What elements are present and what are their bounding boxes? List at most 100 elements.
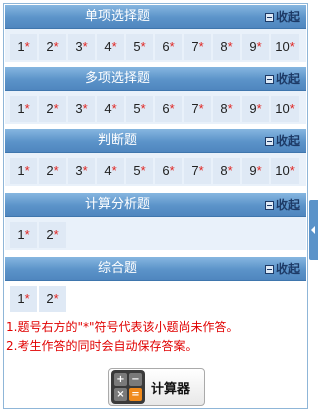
question-button[interactable]: 5* <box>126 34 153 60</box>
section-true-false: 判断题 收起 1* 2* 3* 4* 5* 6* 7* 8* 9* 10* <box>5 129 306 186</box>
question-button[interactable]: 2* <box>39 286 66 312</box>
question-grid: 1* 2* <box>5 217 306 250</box>
question-button[interactable]: 6* <box>155 158 182 184</box>
unanswered-mark: * <box>53 39 59 54</box>
question-button[interactable]: 4* <box>97 158 124 184</box>
question-button[interactable]: 8* <box>213 158 240 184</box>
question-number: 1 <box>17 101 25 116</box>
unanswered-mark: * <box>82 101 88 116</box>
question-number: 10 <box>275 163 290 178</box>
question-number: 1 <box>17 291 25 306</box>
question-number: 1 <box>17 39 25 54</box>
question-button[interactable]: 10* <box>271 158 299 184</box>
collapse-button[interactable]: 收起 <box>264 129 300 153</box>
unanswered-mark: * <box>227 101 233 116</box>
unanswered-mark: * <box>140 39 146 54</box>
unanswered-mark: * <box>24 39 30 54</box>
question-button[interactable]: 9* <box>242 158 269 184</box>
question-button[interactable]: 2* <box>39 158 66 184</box>
question-number: 3 <box>75 101 83 116</box>
question-number: 3 <box>75 39 83 54</box>
question-button[interactable]: 3* <box>68 96 95 122</box>
unanswered-mark: * <box>24 101 30 116</box>
note-line: 1.题号右方的"*"符号代表该小题尚未作答。 <box>6 320 239 334</box>
question-button[interactable]: 4* <box>97 96 124 122</box>
collapse-button[interactable]: 收起 <box>264 193 300 217</box>
question-button[interactable]: 9* <box>242 34 269 60</box>
note-line: 2.考生作答的同时会自动保存答案。 <box>6 339 198 353</box>
question-number: 7 <box>191 39 199 54</box>
panel-toggle-tab[interactable] <box>309 200 318 260</box>
collapse-button[interactable]: 收起 <box>264 5 300 29</box>
question-number: 5 <box>133 163 141 178</box>
unanswered-mark: * <box>289 101 295 116</box>
question-number: 2 <box>46 101 54 116</box>
unanswered-mark: * <box>198 163 204 178</box>
question-button[interactable]: 5* <box>126 158 153 184</box>
question-number: 4 <box>104 101 112 116</box>
question-button[interactable]: 4* <box>97 34 124 60</box>
question-button[interactable]: 7* <box>184 158 211 184</box>
question-number: 1 <box>17 163 25 178</box>
section-header: 计算分析题 收起 <box>5 193 306 217</box>
collapse-label: 收起 <box>275 262 300 276</box>
unanswered-mark: * <box>53 227 59 242</box>
collapse-label: 收起 <box>275 198 300 212</box>
unanswered-mark: * <box>53 291 59 306</box>
question-number: 6 <box>162 39 170 54</box>
question-button[interactable]: 1* <box>10 222 37 248</box>
question-button[interactable]: 2* <box>39 96 66 122</box>
unanswered-mark: * <box>24 163 30 178</box>
question-button[interactable]: 1* <box>10 96 37 122</box>
question-button[interactable]: 8* <box>213 34 240 60</box>
minus-box-icon <box>264 200 274 210</box>
unanswered-mark: * <box>140 163 146 178</box>
collapse-label: 收起 <box>275 10 300 24</box>
section-calculation-analysis: 计算分析题 收起 1* 2* <box>5 193 306 250</box>
question-button[interactable]: 2* <box>39 34 66 60</box>
section-title: 综合题 <box>97 261 137 276</box>
section-title: 判断题 <box>97 133 137 148</box>
unanswered-mark: * <box>24 227 30 242</box>
question-button[interactable]: 1* <box>10 286 37 312</box>
unanswered-mark: * <box>169 101 175 116</box>
question-number: 10 <box>275 39 290 54</box>
unanswered-mark: * <box>111 163 117 178</box>
question-button[interactable]: 6* <box>155 96 182 122</box>
unanswered-mark: * <box>24 291 30 306</box>
section-title: 多项选择题 <box>84 71 150 86</box>
question-button[interactable]: 7* <box>184 34 211 60</box>
question-number: 2 <box>46 291 54 306</box>
collapse-label: 收起 <box>275 134 300 148</box>
question-number: 8 <box>220 39 228 54</box>
unanswered-mark: * <box>256 163 262 178</box>
section-header: 判断题 收起 <box>5 129 306 153</box>
question-button[interactable]: 9* <box>242 96 269 122</box>
question-button[interactable]: 3* <box>68 158 95 184</box>
question-button[interactable]: 1* <box>10 34 37 60</box>
question-button[interactable]: 5* <box>126 96 153 122</box>
question-number: 2 <box>46 227 54 242</box>
question-number: 4 <box>104 39 112 54</box>
question-grid: 1* 2* 3* 4* 5* 6* 7* 8* 9* 10* <box>5 29 306 62</box>
question-button[interactable]: 10* <box>271 34 299 60</box>
question-button[interactable]: 6* <box>155 34 182 60</box>
section-header: 多项选择题 收起 <box>5 67 306 91</box>
question-button[interactable]: 10* <box>271 96 299 122</box>
question-button[interactable]: 8* <box>213 96 240 122</box>
section-header: 单项选择题 收起 <box>5 5 306 29</box>
question-button[interactable]: 2* <box>39 222 66 248</box>
question-button[interactable]: 7* <box>184 96 211 122</box>
question-button[interactable]: 3* <box>68 34 95 60</box>
question-button[interactable]: 1* <box>10 158 37 184</box>
minus-box-icon <box>264 12 274 22</box>
collapse-button[interactable]: 收起 <box>264 67 300 91</box>
calculator-button[interactable]: + − × = 计算器 <box>108 368 205 406</box>
question-number: 1 <box>17 227 25 242</box>
unanswered-mark: * <box>53 163 59 178</box>
unanswered-mark: * <box>82 163 88 178</box>
collapse-button[interactable]: 收起 <box>264 257 300 281</box>
minus-box-icon <box>264 74 274 84</box>
minus-box-icon <box>264 136 274 146</box>
section-header: 综合题 收起 <box>5 257 306 281</box>
